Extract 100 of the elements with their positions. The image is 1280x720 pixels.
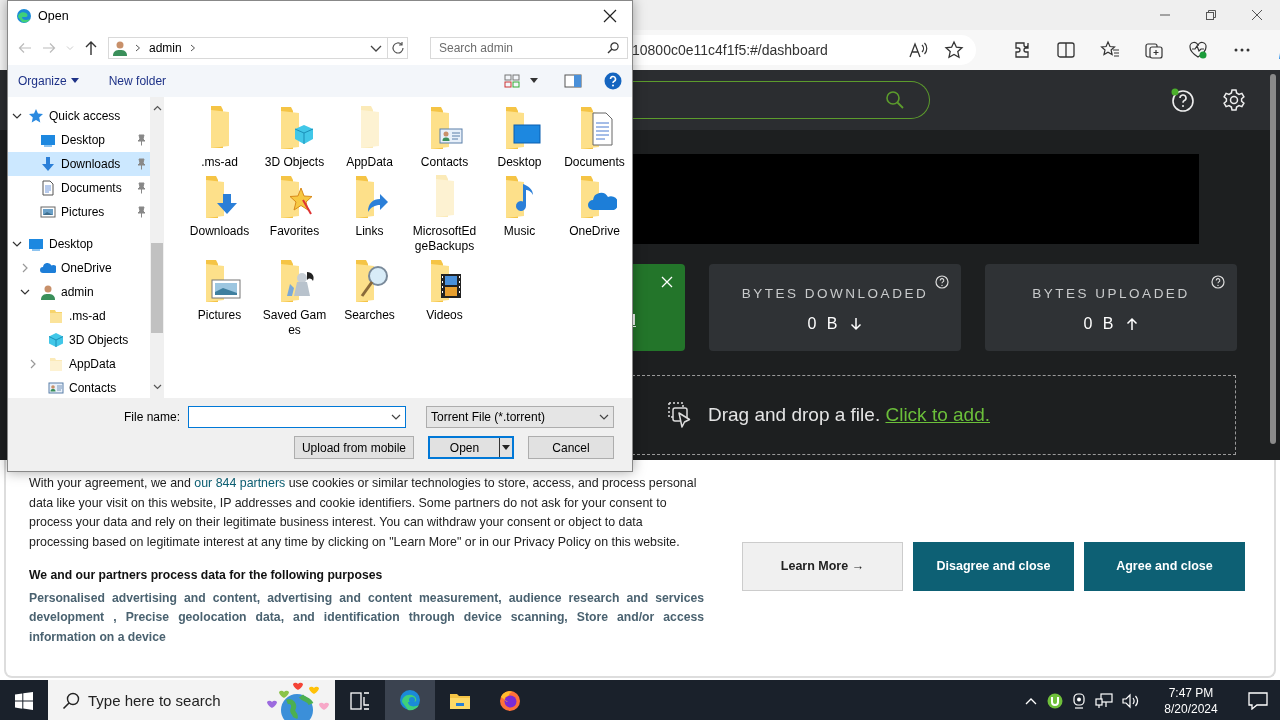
star-icon <box>28 108 44 125</box>
preview-pane-icon[interactable] <box>564 74 582 88</box>
folder-item[interactable]: Searches <box>332 258 407 339</box>
tree-label: Quick access <box>49 108 121 126</box>
folder-item[interactable]: Videos <box>407 258 482 339</box>
folder-item[interactable]: Links <box>332 174 407 255</box>
up-icon[interactable] <box>84 40 98 57</box>
tree-item[interactable]: Downloads <box>8 152 150 177</box>
new-folder-button[interactable]: New folder <box>108 72 167 90</box>
help-icon[interactable] <box>1170 87 1196 113</box>
taskbar-app[interactable] <box>385 680 435 720</box>
path-segment[interactable]: admin <box>149 39 182 58</box>
dialog-button[interactable]: Cancel <box>528 436 614 460</box>
open-button[interactable]: Open <box>428 436 514 460</box>
start-icon[interactable] <box>15 692 33 710</box>
caret-icon[interactable] <box>530 78 538 84</box>
folder-item[interactable]: .ms-ad <box>182 105 257 171</box>
file-type-dropdown[interactable]: Torrent File (*.torrent) <box>426 406 614 429</box>
notifications-icon[interactable] <box>1248 692 1268 710</box>
help-icon[interactable] <box>1211 275 1225 289</box>
view-icon[interactable] <box>504 74 520 88</box>
scroll-up-icon[interactable] <box>152 105 162 112</box>
task-view-icon[interactable] <box>350 692 370 710</box>
tree-item[interactable]: 3D Objects <box>8 328 150 353</box>
tree-item[interactable]: AppData <box>8 352 150 377</box>
help-icon[interactable] <box>935 275 949 289</box>
organize-button[interactable]: Organize <box>18 72 79 90</box>
tree-item[interactable]: Contacts <box>8 376 150 399</box>
volume-icon[interactable] <box>1122 693 1140 709</box>
dialog-title: Open <box>38 8 69 26</box>
restore-icon[interactable] <box>1205 9 1217 21</box>
search-field[interactable]: Search admin <box>430 37 628 60</box>
tree-item[interactable]: Documents <box>8 176 150 201</box>
chevron-right-icon[interactable] <box>189 44 196 53</box>
tree-item[interactable]: .ms-ad <box>8 304 150 329</box>
folder-item[interactable]: Documents <box>557 105 632 171</box>
tree-item[interactable]: Pictures <box>8 200 150 225</box>
scrollbar[interactable] <box>149 97 164 399</box>
tree-label: AppData <box>69 356 116 374</box>
folder-item[interactable]: Downloads <box>182 174 257 255</box>
tree-item[interactable]: OneDrive <box>8 256 150 281</box>
clock[interactable]: 7:47 PM 8/20/2024 <box>1155 685 1227 717</box>
close-icon[interactable] <box>603 9 617 24</box>
tree-item[interactable]: admin <box>8 280 150 305</box>
dropdown-icon[interactable] <box>599 413 609 422</box>
folder-item[interactable]: Pictures <box>182 258 257 339</box>
scroll-down-icon[interactable] <box>152 384 162 391</box>
tree-label: OneDrive <box>61 260 112 278</box>
chevron-right-icon[interactable] <box>20 263 30 274</box>
address-bar[interactable]: admin <box>108 37 408 60</box>
scrollbar-thumb[interactable] <box>1270 74 1276 444</box>
folder-icon <box>435 174 454 219</box>
dialog-button[interactable]: Upload from mobile <box>293 436 414 460</box>
address-bar[interactable]: 10800c0e11c4f1f5:#/dashboard <box>632 35 976 65</box>
consent-button[interactable]: Agree and close <box>1084 542 1245 591</box>
favorites-icon[interactable] <box>1100 40 1120 60</box>
health-icon[interactable] <box>1188 40 1208 60</box>
stat-value: 0 B <box>1083 314 1117 335</box>
torrent-icon[interactable] <box>1047 693 1063 709</box>
folder-item[interactable]: Favorites <box>257 174 332 255</box>
partners-link[interactable]: our 844 partners <box>194 476 286 490</box>
folder-item[interactable]: MicrosoftEdgeBackups <box>407 174 482 255</box>
edge-icon <box>398 688 422 712</box>
search-placeholder: Type here to search <box>88 690 221 711</box>
refresh-icon[interactable] <box>390 41 405 56</box>
folder-item[interactable]: Desktop <box>482 105 557 171</box>
folder-item[interactable]: Contacts <box>407 105 482 171</box>
tree-item[interactable]: Desktop <box>8 232 150 257</box>
folder-item[interactable]: AppData <box>332 105 407 171</box>
collections-icon[interactable] <box>1144 40 1164 60</box>
favorite-icon[interactable] <box>944 40 964 60</box>
folder-item[interactable]: 3D Objects <box>257 105 332 171</box>
tree-item[interactable]: Quick access <box>8 104 150 129</box>
stat-value: 0 B <box>807 314 841 335</box>
consent-button[interactable]: Learn More → <box>742 542 903 591</box>
consent-button[interactable]: Disagree and close <box>913 542 1074 591</box>
tree-item[interactable]: Desktop <box>8 128 150 153</box>
settings-icon[interactable] <box>1222 88 1246 112</box>
folder-item[interactable]: Saved Games <box>257 258 332 339</box>
folder-icon <box>360 105 379 150</box>
network-icon[interactable] <box>1095 693 1113 709</box>
split-screen-icon[interactable] <box>1056 40 1076 60</box>
add-file-link[interactable]: Click to add. <box>885 403 990 425</box>
file-name-field[interactable] <box>188 406 406 429</box>
webcam-icon[interactable] <box>1072 693 1086 709</box>
purposes-heading: We and our partners process data for the following purposes <box>29 567 384 585</box>
cube-icon <box>48 332 64 349</box>
caret-icon <box>70 78 79 84</box>
edge-icon <box>16 8 32 25</box>
folder-item[interactable]: OneDrive <box>557 174 632 255</box>
taskbar-search[interactable]: Type here to search <box>48 680 335 720</box>
folder-item[interactable]: Music <box>482 174 557 255</box>
chevron-right-icon[interactable] <box>135 44 141 53</box>
tree-label: Documents <box>61 180 122 198</box>
firefox-icon <box>498 689 522 713</box>
chevron-right-icon[interactable] <box>28 359 38 370</box>
read-aloud-icon[interactable] <box>908 41 928 59</box>
help-icon[interactable] <box>604 72 622 90</box>
close-icon[interactable] <box>1251 9 1263 21</box>
dropdown-icon[interactable] <box>391 413 401 422</box>
